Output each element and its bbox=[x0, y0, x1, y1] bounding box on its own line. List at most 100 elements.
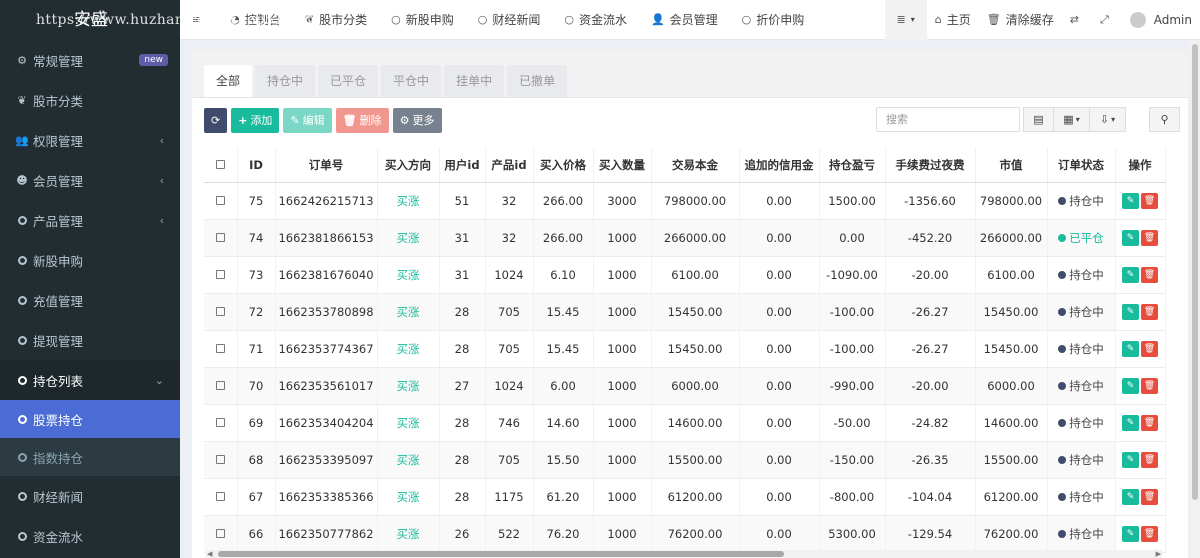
row-checkbox[interactable] bbox=[215, 454, 225, 464]
table-cell: 0.00 bbox=[739, 330, 820, 368]
column-header[interactable]: 市值 bbox=[975, 148, 1048, 183]
column-header[interactable]: 订单状态 bbox=[1047, 148, 1116, 183]
column-header[interactable]: ID bbox=[237, 148, 276, 183]
sidebar-item-bottom_items1[interactable]: 资金流水 bbox=[0, 516, 180, 556]
tab-2[interactable]: 已平仓 bbox=[318, 65, 379, 97]
export-button[interactable]: ⇩ ▾ bbox=[1089, 107, 1126, 132]
sidebar-item-items1[interactable]: ❦ 股市分类 bbox=[0, 80, 180, 120]
sidebar-subitem-0[interactable]: 股票持仓 bbox=[0, 400, 180, 438]
row-edit-button[interactable]: ✎ bbox=[1122, 229, 1139, 246]
row-checkbox[interactable] bbox=[215, 269, 225, 279]
row-checkbox[interactable] bbox=[215, 306, 225, 316]
sidebar-item-items7[interactable]: 提现管理 bbox=[0, 320, 180, 360]
row-edit-button[interactable]: ✎ bbox=[1122, 525, 1139, 542]
tab-5[interactable]: 已撤单 bbox=[507, 65, 568, 97]
top-nav-link-2[interactable]: ○ 新股申购 bbox=[379, 0, 466, 40]
scroll-left-arrow[interactable]: ◀ bbox=[207, 550, 212, 558]
sidebar-item-items8[interactable]: 持仓列表 ⌄ bbox=[0, 360, 180, 400]
row-edit-button[interactable]: ✎ bbox=[1122, 377, 1139, 394]
column-header[interactable]: 持仓盈亏 bbox=[819, 148, 886, 183]
add-button[interactable]: + 添加 bbox=[231, 107, 280, 133]
column-header[interactable]: 手续费过夜费 bbox=[885, 148, 976, 183]
row-checkbox[interactable] bbox=[215, 232, 225, 242]
row-delete-button[interactable]: 🗑 bbox=[1141, 488, 1158, 505]
top-nav-link-0[interactable]: ◔ 控制台 bbox=[218, 0, 293, 40]
vertical-scrollbar[interactable] bbox=[1190, 40, 1200, 558]
status-dot bbox=[1058, 234, 1067, 242]
row-edit-button[interactable]: ✎ bbox=[1122, 414, 1139, 431]
columns-button[interactable]: ▦ ▾ bbox=[1053, 107, 1090, 132]
top-nav-link-3[interactable]: ○ 财经新闻 bbox=[466, 0, 553, 40]
column-header[interactable]: 交易本金 bbox=[651, 148, 740, 183]
column-header[interactable]: 操作 bbox=[1115, 148, 1166, 183]
status-label: 已平仓 bbox=[1069, 230, 1104, 245]
sidebar-toggle-button[interactable]: ≡ bbox=[180, 0, 218, 40]
sidebar-item-items6[interactable]: 充值管理 bbox=[0, 280, 180, 320]
admin-user-menu[interactable]: Admin bbox=[1122, 0, 1200, 40]
row-delete-button[interactable]: 🗑 bbox=[1141, 340, 1158, 357]
row-checkbox[interactable] bbox=[215, 343, 225, 353]
row-delete-button[interactable]: 🗑 bbox=[1141, 266, 1158, 283]
toggle-view-button[interactable]: ▤ bbox=[1023, 107, 1054, 132]
top-nav-link-1[interactable]: ❦ 股市分类 bbox=[293, 0, 379, 40]
top-nav-link-6[interactable]: ○ 折价申购 bbox=[730, 0, 817, 40]
sidebar-item-items4[interactable]: 产品管理 ‹ bbox=[0, 200, 180, 240]
tab-4[interactable]: 挂单中 bbox=[444, 65, 505, 97]
row-delete-button[interactable]: 🗑 bbox=[1141, 451, 1158, 468]
row-delete-button[interactable]: 🗑 bbox=[1141, 525, 1158, 542]
horizontal-scroll-thumb[interactable] bbox=[218, 551, 784, 557]
row-edit-button[interactable]: ✎ bbox=[1122, 266, 1139, 283]
column-header[interactable]: 追加的信用金 bbox=[739, 148, 820, 183]
tab-3[interactable]: 平仓中 bbox=[381, 65, 442, 97]
row-delete-button[interactable]: 🗑 bbox=[1141, 414, 1158, 431]
translate-button[interactable]: ⇄ bbox=[1062, 0, 1092, 40]
edit-button[interactable]: ✎ 编辑 bbox=[283, 107, 332, 133]
row-delete-button[interactable]: 🗑 bbox=[1141, 303, 1158, 320]
sidebar-item-items0[interactable]: ⚙ 常规管理 new bbox=[0, 40, 180, 80]
column-header[interactable]: 订单号 bbox=[275, 148, 378, 183]
fullscreen-button[interactable]: ⤢ bbox=[1092, 0, 1122, 40]
common-search-button[interactable]: ⚲ bbox=[1149, 107, 1180, 132]
more-button[interactable]: ⚙ 更多 bbox=[392, 107, 442, 133]
scroll-right-arrow[interactable]: ▶ bbox=[1156, 550, 1161, 558]
row-edit-button[interactable]: ✎ bbox=[1122, 451, 1139, 468]
top-nav-link-5[interactable]: 👤 会员管理 bbox=[639, 0, 730, 40]
row-edit-button[interactable]: ✎ bbox=[1122, 192, 1139, 209]
select-all-checkbox[interactable] bbox=[215, 159, 225, 169]
column-header[interactable]: 用户id bbox=[439, 148, 486, 183]
sidebar-item-items5[interactable]: 新股申购 bbox=[0, 240, 180, 280]
tab-0[interactable]: 全部 bbox=[204, 65, 253, 97]
row-edit-button[interactable]: ✎ bbox=[1122, 488, 1139, 505]
horizontal-scrollbar[interactable]: ◀ ▶ bbox=[206, 550, 1162, 558]
sidebar-item-bottom_items0[interactable]: 财经新闻 bbox=[0, 476, 180, 516]
row-checkbox[interactable] bbox=[215, 528, 225, 538]
tab-1[interactable]: 持仓中 bbox=[255, 65, 316, 97]
search-input[interactable]: 搜索 bbox=[876, 107, 1020, 132]
row-delete-button[interactable]: 🗑 bbox=[1141, 377, 1158, 394]
menu-dropdown-button[interactable]: ≣ ▾ bbox=[884, 0, 927, 40]
row-checkbox[interactable] bbox=[215, 195, 225, 205]
status-dot bbox=[1058, 493, 1067, 501]
refresh-button[interactable]: ⟳ bbox=[204, 107, 228, 133]
clear-cache-button[interactable]: 🗑 清除缓存 bbox=[979, 0, 1062, 40]
top-nav-link-4[interactable]: ○ 资金流水 bbox=[552, 0, 639, 40]
vertical-scroll-thumb[interactable] bbox=[1192, 44, 1198, 500]
brand-logo[interactable]: 安盛 bbox=[0, 0, 180, 40]
delete-button[interactable]: 🗑 删除 bbox=[335, 107, 389, 133]
row-checkbox[interactable] bbox=[215, 417, 225, 427]
row-delete-button[interactable]: 🗑 bbox=[1141, 192, 1158, 209]
sidebar-subitem-1[interactable]: 指数持仓 bbox=[0, 438, 180, 476]
row-checkbox[interactable] bbox=[215, 491, 225, 501]
row-edit-button[interactable]: ✎ bbox=[1122, 303, 1139, 320]
sidebar-item-items2[interactable]: 👥 权限管理 ‹ bbox=[0, 120, 180, 160]
column-header[interactable]: 买入数量 bbox=[593, 148, 652, 183]
column-header[interactable]: 产品id bbox=[485, 148, 534, 183]
table-cell: 1662381866153 bbox=[275, 219, 378, 257]
column-header[interactable]: 买入价格 bbox=[533, 148, 594, 183]
row-edit-button[interactable]: ✎ bbox=[1122, 340, 1139, 357]
row-delete-button[interactable]: 🗑 bbox=[1141, 229, 1158, 246]
column-header[interactable]: 买入方向 bbox=[377, 148, 440, 183]
row-checkbox[interactable] bbox=[215, 380, 225, 390]
home-link[interactable]: ⌂ 主页 bbox=[927, 0, 979, 40]
sidebar-item-items3[interactable]: ☻ 会员管理 ‹ bbox=[0, 160, 180, 200]
